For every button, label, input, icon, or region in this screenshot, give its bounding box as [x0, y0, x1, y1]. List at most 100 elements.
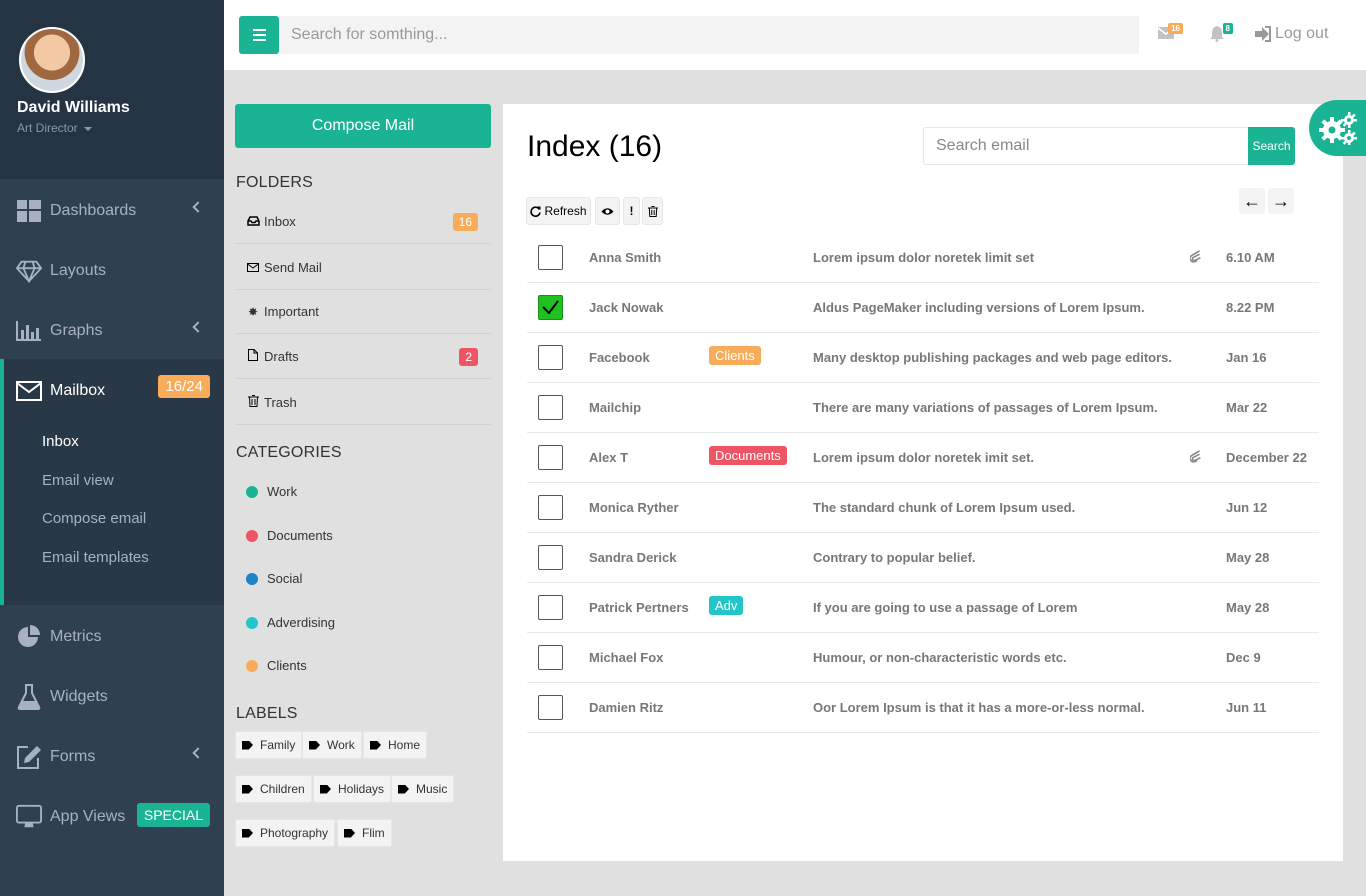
refresh-icon: [530, 205, 542, 217]
labels-heading: LABELS: [236, 705, 298, 722]
mail-row[interactable]: Sandra Derick Contrary to popular belief.…: [527, 533, 1319, 583]
nav-dashboards[interactable]: Dashboards: [0, 181, 224, 241]
messages-button[interactable]: 16: [1157, 23, 1183, 44]
profile-role-dropdown[interactable]: Art Director: [17, 121, 224, 135]
sub-nav-inbox[interactable]: Inbox: [4, 423, 224, 462]
category-work[interactable]: Work: [246, 484, 297, 499]
category-label: Documents: [267, 528, 333, 543]
mail-sender: Jack Nowak: [589, 300, 664, 315]
folder-important[interactable]: ✸ Important: [236, 290, 491, 334]
folder-label: Important: [264, 304, 319, 319]
label-tag-home[interactable]: Home: [363, 731, 428, 759]
global-search-input[interactable]: [279, 16, 1139, 54]
mail-row[interactable]: Mailchip There are many variations of pas…: [527, 383, 1319, 433]
row-checkbox[interactable]: [538, 695, 563, 720]
settings-toggle[interactable]: [1309, 100, 1366, 156]
row-checkbox[interactable]: [538, 295, 563, 320]
menu-toggle-button[interactable]: [239, 16, 279, 54]
mark-important-button[interactable]: !: [623, 197, 640, 225]
nav-metrics[interactable]: Metrics: [0, 607, 224, 667]
mail-row[interactable]: Michael Fox Humour, or non-characteristic…: [527, 633, 1319, 683]
nav-mailbox[interactable]: Mailbox 16/24: [4, 359, 224, 423]
file-icon: [246, 349, 260, 364]
nav-layouts[interactable]: Layouts: [0, 241, 224, 301]
label-tag-flim[interactable]: Flim: [337, 819, 392, 847]
category-documents[interactable]: Documents: [246, 528, 333, 543]
folder-label: Trash: [264, 395, 297, 410]
folder-send-mail[interactable]: Send Mail: [236, 246, 491, 290]
refresh-button[interactable]: Refresh: [526, 197, 591, 225]
sub-nav-compose-email[interactable]: Compose email: [4, 500, 224, 539]
row-checkbox[interactable]: [538, 595, 563, 620]
mail-row[interactable]: Patrick Pertners Adv If you are going to u…: [527, 583, 1319, 633]
label-tag-work[interactable]: Work: [302, 731, 362, 759]
mail-time: May 28: [1226, 550, 1270, 565]
mail-subject: Humour, or non-characteristic words etc.: [813, 650, 1067, 665]
next-page-button[interactable]: →: [1268, 188, 1294, 214]
nav-label: Graphs: [50, 322, 103, 339]
mail-row[interactable]: Jack Nowak Aldus PageMaker including vers…: [527, 283, 1319, 333]
folder-trash[interactable]: Trash: [236, 381, 491, 425]
sub-nav-email-view[interactable]: Email view: [4, 462, 224, 501]
label-tag-children[interactable]: Children: [235, 775, 312, 803]
row-checkbox[interactable]: [538, 645, 563, 670]
label-tag-holidays[interactable]: Holidays: [313, 775, 392, 803]
mail-subject: Lorem ipsum dolor noretek limit set: [813, 250, 1035, 265]
nav-graphs[interactable]: Graphs: [0, 301, 224, 361]
tag-label: Family: [260, 738, 296, 752]
label-tag-family[interactable]: Family: [235, 731, 303, 759]
mail-row[interactable]: Anna Smith Lorem ipsum dolor noretek limi…: [527, 233, 1319, 283]
nav-label: Dashboards: [50, 202, 137, 219]
logout-link[interactable]: Log out: [1255, 25, 1328, 43]
categories-heading: CATEGORIES: [236, 444, 342, 461]
row-checkbox[interactable]: [538, 445, 563, 470]
row-checkbox[interactable]: [538, 245, 563, 270]
mail-row[interactable]: Monica Ryther The standard chunk of Lorem…: [527, 483, 1319, 533]
category-social[interactable]: Social: [246, 571, 302, 586]
email-search-input[interactable]: [923, 127, 1249, 165]
mail-subject: If you are going to use a passage of Lor…: [813, 600, 1078, 615]
mail-row[interactable]: Facebook Clients Many desktop publishing p…: [527, 333, 1319, 383]
tag-icon: [309, 740, 320, 750]
tag-label: Children: [260, 782, 305, 796]
mail-row[interactable]: Damien Ritz Oor Lorem Ipsum is that it ha…: [527, 683, 1319, 733]
mail-sender: Monica Ryther: [589, 500, 679, 515]
compose-mail-button[interactable]: Compose Mail: [235, 104, 491, 148]
mail-time: Jun 12: [1226, 500, 1268, 515]
mail-row[interactable]: Alex T Documents Lorem ipsum dolor noretek…: [527, 433, 1319, 483]
category-label: Clients: [267, 658, 307, 673]
mail-time: December 22: [1226, 450, 1307, 465]
row-checkbox[interactable]: [538, 495, 563, 520]
label-tag-photography[interactable]: Photography: [235, 819, 336, 847]
row-checkbox[interactable]: [538, 395, 563, 420]
nav-widgets[interactable]: Widgets: [0, 667, 224, 727]
mark-read-button[interactable]: [595, 197, 620, 225]
notifications-button[interactable]: 8: [1210, 23, 1233, 47]
nav-app-views[interactable]: App Views SPECIAL: [0, 787, 224, 847]
tag-label: Photography: [260, 826, 329, 840]
bell-icon: [1210, 26, 1224, 42]
tag-label: Work: [327, 738, 355, 752]
delete-button[interactable]: [642, 197, 663, 225]
paperclip-icon: [1189, 447, 1202, 466]
mail-sender: Sandra Derick: [589, 550, 677, 565]
category-clients[interactable]: Clients: [246, 658, 307, 673]
dot-icon: [246, 659, 258, 672]
folder-inbox[interactable]: Inbox 16: [236, 200, 491, 244]
row-checkbox[interactable]: [538, 345, 563, 370]
mail-subject: Aldus PageMaker including versions of Lo…: [813, 300, 1145, 315]
tag-icon: [370, 740, 381, 750]
prev-page-button[interactable]: ←: [1239, 188, 1265, 214]
folder-drafts[interactable]: Drafts 2: [236, 335, 491, 379]
eye-icon: [601, 207, 614, 215]
category-adverdising[interactable]: Adverdising: [246, 615, 335, 630]
special-badge: SPECIAL: [136, 803, 210, 827]
mail-time: Dec 9: [1226, 650, 1261, 665]
label-tag-music[interactable]: Music: [391, 775, 455, 803]
row-checkbox[interactable]: [538, 545, 563, 570]
category-label: Work: [267, 484, 298, 499]
avatar[interactable]: [19, 27, 85, 93]
email-search-button[interactable]: Search: [1248, 127, 1295, 165]
nav-forms[interactable]: Forms: [0, 727, 224, 787]
sub-nav-email-templates[interactable]: Email templates: [4, 539, 224, 578]
